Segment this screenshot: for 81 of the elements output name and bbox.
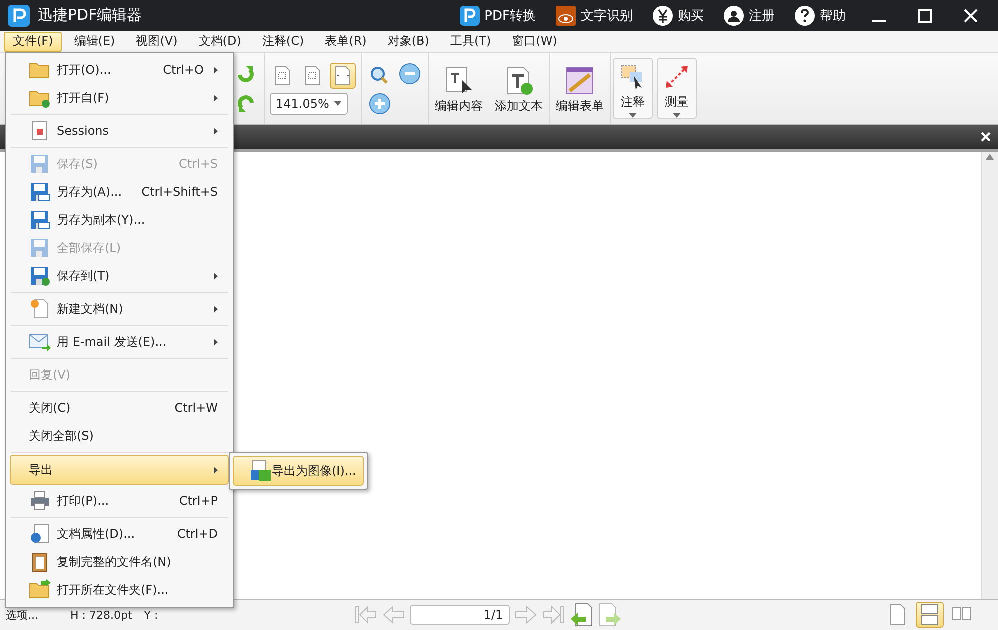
toolbar-button[interactable]: 测量 xyxy=(657,58,697,119)
menu-item[interactable]: 保存到(T) xyxy=(10,262,229,290)
toolbar-button[interactable]: 编辑表单 xyxy=(552,62,608,116)
caret-icon xyxy=(673,113,681,118)
single-page-icon xyxy=(888,604,908,626)
submenu-arrow-icon xyxy=(214,128,218,134)
page-number-field[interactable]: 1/1 xyxy=(410,605,510,625)
two-page-stack-icon xyxy=(920,604,940,626)
minimize-icon xyxy=(872,20,886,22)
menu-item[interactable]: 导出为图像(I)... xyxy=(233,456,364,486)
menu-item[interactable]: 文档属性(D)... Ctrl+D xyxy=(10,520,229,548)
zoom-in-icon[interactable] xyxy=(367,90,393,116)
menu-item[interactable]: 用 E-mail 发送(E)... xyxy=(10,328,229,356)
y-readout: Y : xyxy=(143,608,160,622)
toolbar-button[interactable]: 注释 xyxy=(613,58,653,119)
page-icon xyxy=(335,66,351,86)
menu-bar-item[interactable]: 视图(V) xyxy=(127,32,187,52)
menu-item[interactable]: 打开(O)... Ctrl+O xyxy=(10,56,229,84)
menu-bar-item[interactable]: 注释(C) xyxy=(253,32,314,52)
folder-icon xyxy=(29,579,51,601)
window-title: 迅捷PDF编辑器 xyxy=(38,6,144,25)
options-dropdown[interactable]: 选项... xyxy=(0,608,44,622)
scroll-up-arrow-icon[interactable] xyxy=(985,152,995,162)
submenu-arrow-icon xyxy=(214,306,218,312)
last-page-icon[interactable] xyxy=(542,605,566,625)
menu-bar-item[interactable]: 工具(T) xyxy=(441,32,500,52)
toolbar-button[interactable]: 添加文本 xyxy=(491,62,547,116)
title-bar-action[interactable]: 文字识别 xyxy=(550,6,639,26)
menu-bar-item[interactable]: 文档(D) xyxy=(190,32,250,52)
menu-item[interactable]: Sessions xyxy=(10,117,229,145)
title-bar-action[interactable]: PDF转换 xyxy=(454,6,542,26)
menu-bar-item[interactable]: 编辑(E) xyxy=(65,32,124,52)
first-page-icon[interactable] xyxy=(354,605,378,625)
eye-icon xyxy=(556,6,576,26)
menu-item[interactable]: 打开所在文件夹(F)... xyxy=(10,576,229,604)
toolbar-button[interactable]: 编辑内容 xyxy=(431,62,487,116)
menu-item[interactable]: 打印(P)... Ctrl+P xyxy=(10,487,229,515)
printer-icon xyxy=(29,490,51,512)
close-icon xyxy=(981,132,991,142)
edit-content-icon xyxy=(444,66,474,96)
title-bar-action[interactable]: 注册 xyxy=(718,6,781,26)
previous-page-icon[interactable] xyxy=(382,605,406,625)
title-bar-action[interactable]: 购买 xyxy=(647,6,710,26)
yen-icon xyxy=(653,6,673,26)
document-back-icon[interactable] xyxy=(570,603,594,627)
page-zoom-button[interactable] xyxy=(330,62,356,88)
submenu-arrow-icon xyxy=(214,338,218,346)
title-bar-action[interactable]: 帮助 xyxy=(789,6,852,26)
document-forward-icon[interactable] xyxy=(598,603,622,627)
page-layout-button[interactable] xyxy=(916,602,944,628)
menu-bar-item[interactable]: 文件(F) xyxy=(4,32,62,52)
menu-item[interactable]: 关闭(C) Ctrl+W xyxy=(10,394,229,422)
next-page-icon[interactable] xyxy=(514,605,538,625)
caret-icon xyxy=(629,113,637,118)
submenu-arrow-icon xyxy=(214,66,218,74)
zoom-out-icon[interactable] xyxy=(397,60,423,86)
menu-item[interactable]: 另存为副本(Y)... xyxy=(10,206,229,234)
caret-icon xyxy=(334,101,342,106)
submenu-arrow-icon xyxy=(214,466,218,474)
p-logo-icon xyxy=(460,6,480,26)
submenu-arrow-icon xyxy=(214,94,218,102)
menu-bar-item[interactable]: 表单(R) xyxy=(316,32,376,52)
zoom-dropdown[interactable]: 141.05% xyxy=(270,92,348,114)
app-logo-icon xyxy=(8,4,30,26)
help-icon xyxy=(795,6,815,26)
new-document-icon xyxy=(29,298,51,320)
menu-bar-item[interactable]: 对象(B) xyxy=(378,32,438,52)
menu-item[interactable]: 新建文档(N) xyxy=(10,295,229,323)
maximize-icon xyxy=(918,8,932,22)
menu-item[interactable]: 打开自(F) xyxy=(10,84,229,112)
close-icon xyxy=(964,8,978,22)
page-icon xyxy=(275,66,291,86)
menu-item[interactable]: 导出 xyxy=(10,455,229,485)
page-icon xyxy=(305,66,321,86)
menu-item[interactable]: 关闭全部(S) xyxy=(10,422,229,450)
height-readout: H : 728.0pt xyxy=(70,608,134,622)
user-icon xyxy=(724,6,744,26)
submenu-arrow-icon xyxy=(214,272,218,280)
menu-item[interactable]: 另存为(A)... Ctrl+Shift+S xyxy=(10,178,229,206)
menu-bar-item[interactable]: 窗口(W) xyxy=(503,32,566,52)
menu-item[interactable]: 复制完整的文件名(N) xyxy=(10,548,229,576)
